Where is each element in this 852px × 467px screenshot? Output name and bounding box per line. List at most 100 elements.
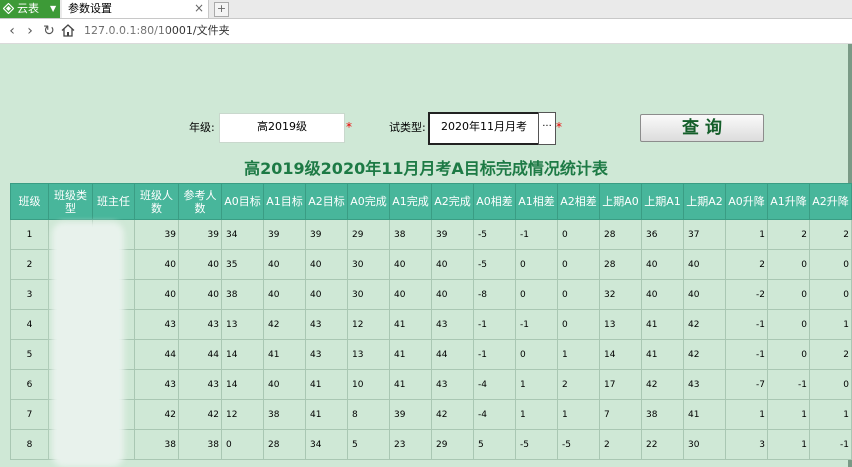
table-cell: 14 (221, 369, 264, 400)
table-cell: 5 (473, 429, 516, 460)
table-cell: 8 (10, 429, 49, 460)
table-cell: 0 (557, 309, 600, 340)
table-cell: 40 (178, 279, 222, 310)
table-cell: 43 (134, 309, 179, 340)
table-cell: 40 (683, 249, 726, 280)
grade-value: 高2019级 (257, 120, 307, 133)
column-header: 上期A0 (599, 183, 642, 220)
table-cell: 1 (767, 399, 810, 430)
table-row: 4 43 43 13 42 43 12 41 43 -1 -1 0 13 41 42 -1 0 1 (10, 309, 852, 340)
app-menu-button[interactable]: 云表 ▼ (0, 0, 60, 18)
table-cell: 29 (431, 429, 474, 460)
table-cell: -2 (725, 279, 768, 310)
table-cell: 1 (725, 219, 768, 250)
table-cell: 1 (767, 429, 810, 460)
table-cell: 40 (263, 369, 306, 400)
table-cell: 41 (641, 339, 684, 370)
table-cell: 41 (389, 339, 432, 370)
table-row: 1 39 39 34 39 39 29 38 39 -5 -1 0 28 36 37 1 2 2 (10, 219, 852, 250)
table-cell: 39 (263, 219, 306, 250)
table-cell: 43 (134, 369, 179, 400)
table-cell: 30 (347, 249, 390, 280)
table-cell: 43 (178, 369, 222, 400)
table-cell: 2 (809, 219, 852, 250)
redaction-blur (84, 26, 168, 36)
table-cell: 38 (221, 279, 264, 310)
redaction-blur (52, 222, 124, 467)
column-header: 班主任 (92, 183, 135, 220)
back-icon[interactable]: ‹ (4, 23, 20, 39)
report-table: 班级 班级类型 班主任 班级人数 参考人数 A0目标 A1目标 A2目标 A0完成 A1完成 A2完… (10, 183, 852, 460)
forward-icon[interactable]: › (22, 23, 38, 39)
table-cell: 3 (10, 279, 49, 310)
grade-input[interactable]: 高2019级 (219, 113, 345, 143)
close-icon[interactable]: × (194, 1, 204, 15)
table-cell: 2 (599, 429, 642, 460)
table-cell: 41 (389, 369, 432, 400)
table-cell: 44 (178, 339, 222, 370)
exam-type-input[interactable]: 2020年11月月考 (428, 112, 540, 145)
table-cell: 41 (263, 339, 306, 370)
column-header: A1目标 (263, 183, 306, 220)
table-cell: 40 (431, 279, 474, 310)
table-cell: 4 (10, 309, 49, 340)
table-cell: -1 (809, 429, 852, 460)
table-cell: 40 (263, 279, 306, 310)
table-row: 3 40 40 38 40 40 30 40 40 -8 0 0 32 40 40 -2 0 0 (10, 279, 852, 310)
table-cell: 37 (683, 219, 726, 250)
table-cell: 1 (809, 309, 852, 340)
table-cell: 0 (515, 339, 558, 370)
table-cell: 0 (767, 339, 810, 370)
column-header: A0升降 (725, 183, 768, 220)
table-cell: 38 (134, 429, 179, 460)
table-cell: 14 (221, 339, 264, 370)
refresh-icon[interactable]: ↻ (41, 23, 57, 39)
column-header: 班级人数 (134, 183, 179, 220)
browser-tab-bar: 云表 ▼ 参数设置 × + (0, 0, 852, 19)
table-cell: 0 (767, 309, 810, 340)
column-header: A0目标 (221, 183, 264, 220)
query-button[interactable]: 查 询 (640, 114, 764, 142)
table-cell: 40 (389, 249, 432, 280)
table-cell: 3 (725, 429, 768, 460)
column-header: A1升降 (767, 183, 810, 220)
table-cell: -1 (515, 309, 558, 340)
table-cell: 43 (431, 309, 474, 340)
table-cell: 43 (305, 339, 348, 370)
new-tab-button[interactable]: + (214, 2, 229, 17)
exam-type-picker-button[interactable]: ··· (538, 112, 556, 145)
table-cell: 40 (263, 249, 306, 280)
table-cell: 0 (515, 249, 558, 280)
table-cell: 42 (683, 339, 726, 370)
table-cell: -7 (725, 369, 768, 400)
column-header: 上期A1 (641, 183, 684, 220)
table-cell: 29 (347, 219, 390, 250)
table-cell: 1 (809, 399, 852, 430)
table-cell: 0 (557, 249, 600, 280)
tab-params[interactable]: 参数设置 × (62, 0, 209, 18)
table-cell: 0 (809, 369, 852, 400)
table-cell: 0 (767, 249, 810, 280)
table-cell: 0 (809, 279, 852, 310)
column-header: A2相差 (557, 183, 600, 220)
report-title: 高2019级2020年11月月考A目标完成情况统计表 (244, 159, 608, 178)
home-icon[interactable] (61, 24, 75, 37)
table-cell: 0 (809, 249, 852, 280)
table-cell: 42 (683, 309, 726, 340)
table-cell: 2 (725, 249, 768, 280)
table-cell: 30 (347, 279, 390, 310)
table-cell: 41 (389, 309, 432, 340)
column-header: 班级 (10, 183, 49, 220)
column-header: A2升降 (809, 183, 852, 220)
table-cell: 30 (683, 429, 726, 460)
table-cell: 28 (599, 219, 642, 250)
app-name: 云表 (17, 2, 39, 15)
table-cell: 7 (10, 399, 49, 430)
table-cell: 2 (809, 339, 852, 370)
column-header: A0完成 (347, 183, 390, 220)
table-cell: -5 (473, 219, 516, 250)
table-cell: 0 (515, 279, 558, 310)
table-cell: 0 (221, 429, 264, 460)
nav-bar: ‹ › ↻ 127.0.0.1:80/10001/文件夹 (0, 19, 852, 44)
table-cell: 23 (389, 429, 432, 460)
